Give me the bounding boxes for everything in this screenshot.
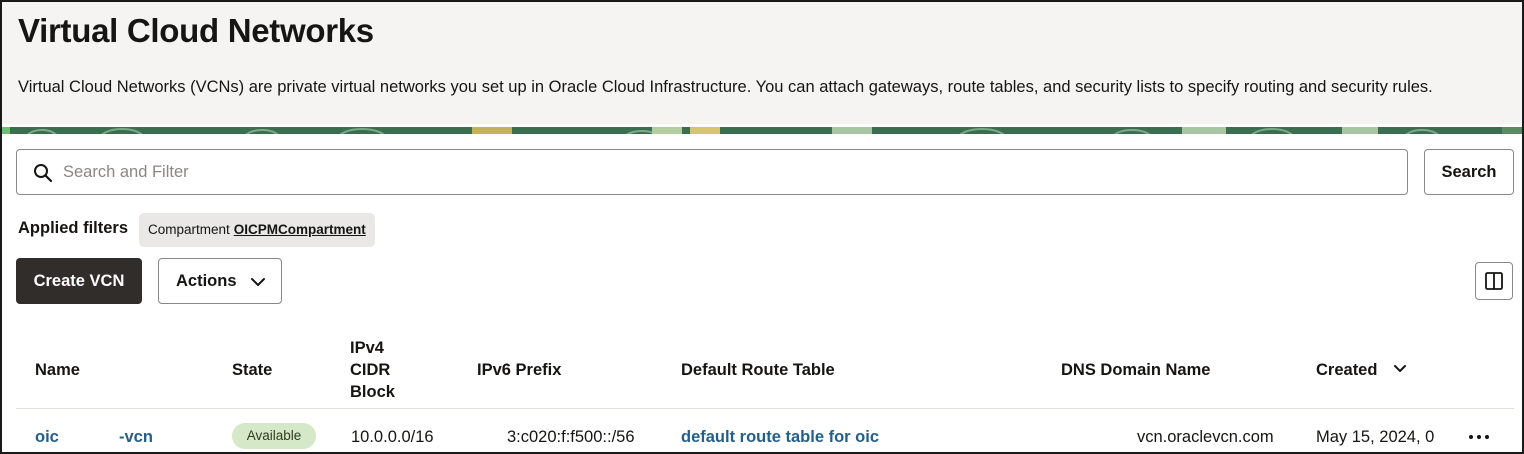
status-badge: Available xyxy=(232,423,316,449)
compartment-filter-chip[interactable]: Compartment OICPMCompartment xyxy=(139,213,375,247)
column-header-ipv4-line: IPv4 xyxy=(350,339,384,357)
column-layout-icon xyxy=(1485,272,1503,290)
vcn-name-link[interactable]: oic xyxy=(35,426,59,448)
sort-descending-icon[interactable] xyxy=(1392,361,1408,377)
filter-chip-value-link[interactable]: OICPMCompartment xyxy=(234,222,366,237)
page-title: Virtual Cloud Networks xyxy=(18,12,374,49)
row-actions-button[interactable] xyxy=(1465,425,1493,449)
column-header-ipv4-line: CIDR xyxy=(350,361,391,379)
column-header-route-table[interactable]: Default Route Table xyxy=(681,359,835,381)
column-header-created[interactable]: Created xyxy=(1316,359,1377,381)
column-header-name[interactable]: Name xyxy=(35,359,80,381)
column-header-ipv6[interactable]: IPv6 Prefix xyxy=(477,359,561,381)
create-vcn-button[interactable]: Create VCN xyxy=(16,258,142,304)
search-input[interactable] xyxy=(63,150,1393,194)
search-button[interactable]: Search xyxy=(1424,149,1514,195)
decorative-banner xyxy=(2,124,1522,134)
search-field[interactable] xyxy=(16,149,1408,195)
dns-domain-value: vcn.oraclevcn.com xyxy=(1137,428,1274,446)
filter-chip-key: Compartment xyxy=(148,222,230,237)
vcn-name-link-suffix[interactable]: -vcn xyxy=(119,426,153,448)
actions-menu-button[interactable]: Actions xyxy=(158,258,282,304)
manage-columns-button[interactable] xyxy=(1475,262,1513,300)
page-header: Virtual Cloud Networks Virtual Cloud Net… xyxy=(2,2,1522,124)
column-header-dns[interactable]: DNS Domain Name xyxy=(1061,359,1210,381)
search-icon xyxy=(34,164,53,183)
column-header-ipv4-line: Block xyxy=(350,383,395,401)
page-description: Virtual Cloud Networks (VCNs) are privat… xyxy=(18,78,1433,96)
column-header-state[interactable]: State xyxy=(232,359,272,381)
ipv6-prefix-value: 3:c020:f:f500::/56 xyxy=(507,428,635,446)
applied-filters-label: Applied filters xyxy=(18,219,129,237)
ipv4-cidr-value: 10.0.0.0/16 xyxy=(351,428,434,446)
column-header-ipv4[interactable]: IPv4 CIDR Block xyxy=(350,337,395,403)
route-table-link[interactable]: default route table for oic xyxy=(681,426,879,448)
created-value: May 15, 2024, 0 xyxy=(1316,428,1435,446)
more-horizontal-icon xyxy=(1469,435,1489,439)
console-page: Virtual Cloud Networks Virtual Cloud Net… xyxy=(0,0,1524,454)
chevron-down-icon xyxy=(251,278,265,286)
header-divider xyxy=(16,408,1514,409)
banner-pattern xyxy=(2,127,1522,134)
actions-label: Actions xyxy=(176,271,237,290)
